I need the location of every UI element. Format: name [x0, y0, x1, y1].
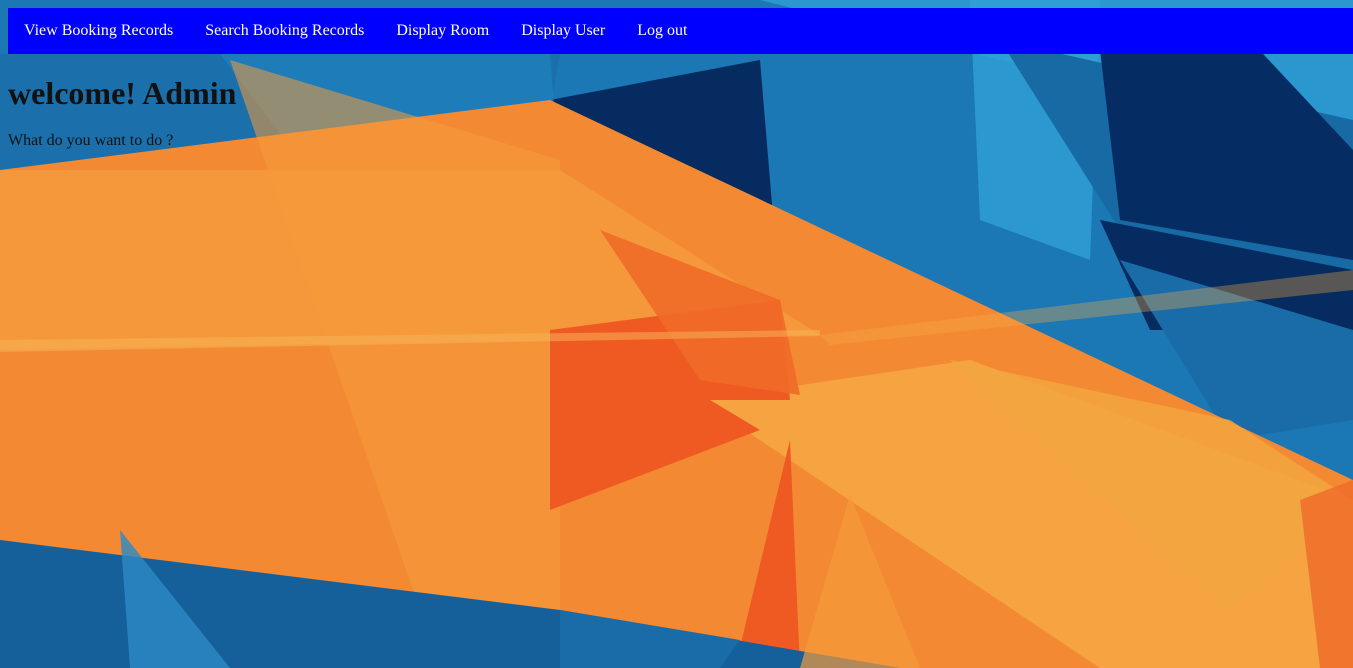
top-navigation-bar: View Booking Records Search Booking Reco… — [8, 8, 1353, 54]
nav-display-user[interactable]: Display User — [505, 8, 621, 54]
nav-view-booking-records[interactable]: View Booking Records — [8, 8, 189, 54]
main-content: welcome! Admin What do you want to do ? — [8, 54, 236, 150]
nav-display-room[interactable]: Display Room — [380, 8, 505, 54]
prompt-text: What do you want to do ? — [8, 132, 174, 149]
page: View Booking Records Search Booking Reco… — [0, 0, 1353, 668]
nav-log-out[interactable]: Log out — [621, 8, 703, 54]
nav-search-booking-records[interactable]: Search Booking Records — [189, 8, 380, 54]
welcome-heading: welcome! Admin — [8, 75, 237, 111]
